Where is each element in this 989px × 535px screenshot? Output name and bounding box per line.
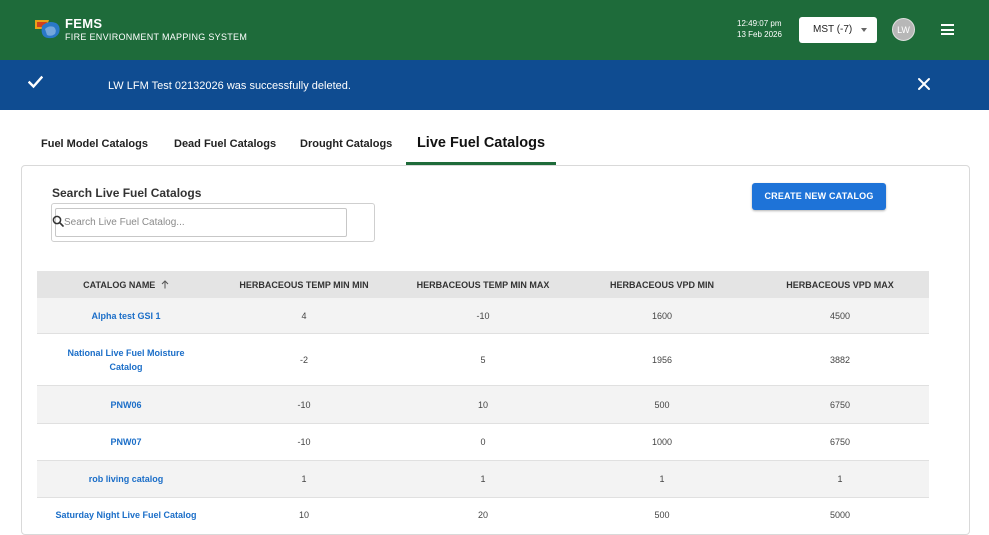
table-row: PNW06 -10 10 500 6750 [37,386,929,424]
catalog-name-link[interactable]: rob living catalog [37,474,215,484]
catalog-tabs: Fuel Model Catalogs Dead Fuel Catalogs D… [0,126,989,166]
herbaceous-temp-min-min-value: -10 [297,400,311,410]
success-alert-banner: LW LFM Test 02132026 was successfully de… [0,60,989,110]
table-header: CATALOG NAME HERBACEOUS TEMP MIN MIN HER… [37,271,929,298]
herbaceous-temp-min-max-value: 1 [480,474,486,484]
timezone-value: MST (-7) [813,24,853,35]
chevron-down-icon [861,28,867,32]
search-heading: Search Live Fuel Catalogs [52,186,202,200]
column-header-herbaceous-vpd-max[interactable]: HERBACEOUS VPD MAX [751,280,929,290]
herbaceous-temp-min-max-value: 10 [477,400,488,410]
alert-message: LW LFM Test 02132026 was successfully de… [108,80,351,92]
clock-time: 12:49:07 pm [737,19,782,28]
herbaceous-vpd-max-value: 6750 [829,400,851,410]
column-header-herbaceous-temp-min-min[interactable]: HERBACEOUS TEMP MIN MIN [215,280,393,290]
herbaceous-temp-min-max-value: 5 [480,355,486,365]
timezone-select[interactable]: MST (-7) [799,17,877,43]
herbaceous-vpd-min-value: 1600 [651,311,673,321]
create-new-catalog-button[interactable]: CREATE NEW CATALOG [752,183,886,210]
user-avatar[interactable]: LW [892,18,915,41]
top-app-bar: FEMS FIRE ENVIRONMENT MAPPING SYSTEM 12:… [0,0,989,60]
herbaceous-temp-min-max-value: 0 [480,437,486,447]
table-row: rob living catalog 1 1 1 1 [37,461,929,498]
tab-dead-fuel-catalogs[interactable]: Dead Fuel Catalogs [174,126,276,166]
herbaceous-temp-min-max-value: -10 [476,311,490,321]
catalog-name-link[interactable]: Alpha test GSI 1 [37,311,215,321]
herbaceous-temp-min-min-value: 1 [301,474,307,484]
catalog-name-link[interactable]: Saturday Night Live Fuel Catalog [17,510,235,520]
table-row: Alpha test GSI 1 4 -10 1600 4500 [37,298,929,334]
tab-fuel-model-catalogs[interactable]: Fuel Model Catalogs [41,126,148,166]
table-row: PNW07 -10 0 1000 6750 [37,424,929,461]
herbaceous-vpd-max-value: 5000 [829,510,851,520]
app-full-name: FIRE ENVIRONMENT MAPPING SYSTEM [65,32,248,42]
app-short-name: FEMS [65,16,103,31]
herbaceous-vpd-min-value: 1 [659,474,665,484]
hamburger-menu-icon[interactable] [941,24,954,35]
search-input[interactable] [64,210,344,234]
herbaceous-vpd-min-value: 500 [654,510,670,520]
herbaceous-vpd-max-value: 3882 [829,355,851,365]
herbaceous-temp-min-min-value: -2 [299,355,308,365]
catalog-name-link[interactable]: PNW07 [37,437,215,447]
close-icon[interactable] [917,77,931,91]
column-header-herbaceous-vpd-min[interactable]: HERBACEOUS VPD MIN [573,280,751,290]
catalog-name-link[interactable]: PNW06 [37,400,215,410]
herbaceous-vpd-max-value: 1 [837,474,843,484]
herbaceous-temp-min-min-value: 10 [298,510,309,520]
clock-date: 13 Feb 2026 [737,30,782,39]
herbaceous-vpd-max-value: 6750 [829,437,851,447]
herbaceous-temp-min-max-value: 20 [477,510,488,520]
table-row: National Live Fuel Moisture Catalog -2 5… [37,334,929,386]
table-row: Saturday Night Live Fuel Catalog 10 20 5… [37,498,929,534]
herbaceous-vpd-min-value: 1956 [651,355,673,365]
sort-ascending-icon[interactable] [161,280,169,289]
catalog-name-link[interactable]: National Live Fuel Moisture Catalog [65,346,187,374]
herbaceous-vpd-min-value: 1000 [651,437,673,447]
column-header-herbaceous-temp-min-max[interactable]: HERBACEOUS TEMP MIN MAX [393,280,573,290]
fems-logo-icon [35,20,60,39]
checkmark-icon [28,75,43,89]
herbaceous-vpd-max-value: 4500 [829,311,851,321]
tab-drought-catalogs[interactable]: Drought Catalogs [300,126,392,166]
herbaceous-vpd-min-value: 500 [654,400,670,410]
catalog-table: CATALOG NAME HERBACEOUS TEMP MIN MIN HER… [37,271,929,534]
herbaceous-temp-min-min-value: -10 [297,437,311,447]
column-header-catalog-name[interactable]: CATALOG NAME [37,280,215,290]
herbaceous-temp-min-min-value: 4 [301,311,307,321]
clock: 12:49:07 pm 13 Feb 2026 [737,18,782,40]
tab-live-fuel-catalogs[interactable]: Live Fuel Catalogs [406,126,556,166]
search-icon [52,215,64,227]
